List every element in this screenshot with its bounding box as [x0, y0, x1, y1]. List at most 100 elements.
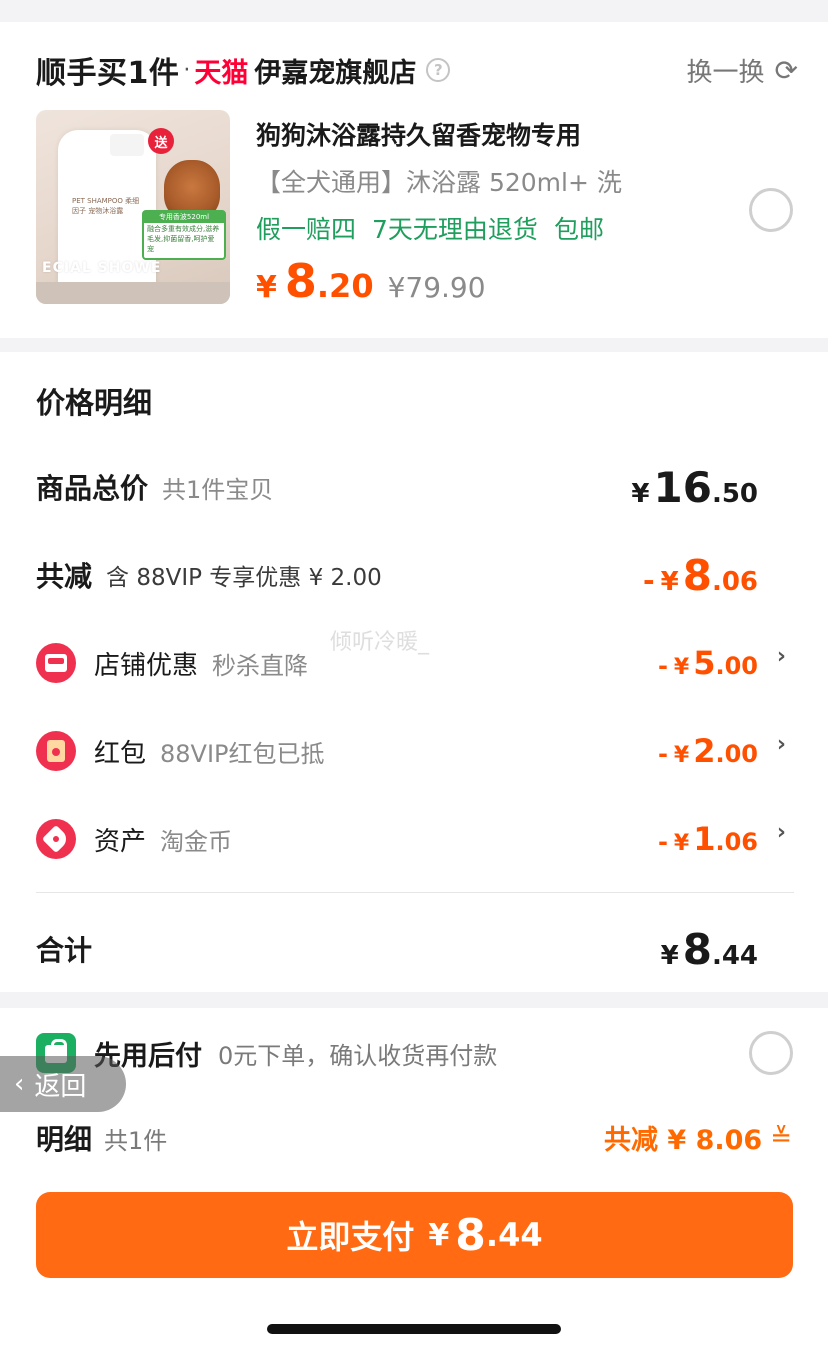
- red-packet-amount: - ¥ 2 .00 ›: [657, 732, 786, 770]
- tag-free-shipping: 包邮: [553, 215, 604, 244]
- tag-7day-return: 7天无理由退货: [372, 215, 538, 244]
- store-header: 顺手买1件 · 天猫 伊嘉宠旗舰店 ?: [36, 50, 451, 91]
- red-packet-row[interactable]: 红包 88VIP红包已抵 - ¥ 2 .00 ›: [36, 726, 786, 776]
- assets-label: 资产: [94, 826, 147, 857]
- bnpl-sub: 0元下单，确认收货再付款: [218, 1041, 498, 1070]
- sum-integer: 8: [682, 924, 712, 974]
- assets-sub: 淘金币: [160, 827, 233, 856]
- total-decimal: .50: [711, 478, 758, 509]
- saving-toggle[interactable]: 共减 ¥ 8.06 ≚: [604, 1118, 792, 1157]
- shop-icon: [36, 643, 76, 683]
- shelf-graphic: [36, 282, 230, 304]
- discount-integer: 8: [682, 550, 712, 600]
- total-currency: ¥: [631, 478, 650, 509]
- help-icon[interactable]: ?: [426, 58, 451, 82]
- double-chevron-down-icon: ≚: [770, 1122, 792, 1153]
- shop-discount-integer: 5: [693, 644, 716, 682]
- pay-now-button[interactable]: 立即支付 ¥ 8 .44: [36, 1192, 793, 1278]
- assets-integer: 1: [693, 820, 716, 858]
- product-image[interactable]: PET SHAMPOO 柔细因子 宠物沐浴露 送 专用香波520ml 融合多重有…: [36, 110, 230, 304]
- swap-label: 换一换: [686, 58, 765, 88]
- red-packet-label: 红包: [94, 738, 147, 769]
- tmall-logo: 天猫: [194, 57, 249, 89]
- product-spec[interactable]: 【全犬通用】沐浴露 520ml+ 洗: [256, 163, 662, 199]
- red-packet-icon: [36, 731, 76, 771]
- red-packet-integer: 2: [693, 732, 716, 770]
- green-box-head: 专用香波520ml: [144, 212, 224, 223]
- price-detail-title: 价格明细: [36, 386, 153, 420]
- shop-discount-amount: - ¥ 5 .00 ›: [657, 644, 786, 682]
- sum-decimal: .44: [711, 940, 758, 971]
- product-title[interactable]: 狗狗沐浴露持久留香宠物专用: [256, 116, 581, 152]
- home-indicator: [267, 1324, 561, 1334]
- store-name[interactable]: 伊嘉宠旗舰店: [254, 51, 416, 90]
- total-count: 共1件宝贝: [162, 475, 274, 504]
- pay-currency: ¥: [428, 1217, 450, 1253]
- separator-dot: ·: [183, 57, 191, 83]
- back-button[interactable]: ‹ 返回: [0, 1056, 126, 1112]
- total-label: 商品总价: [36, 472, 149, 505]
- price-detail-card: 价格明细 倾听冷暖_ 商品总价 共1件宝贝 ¥ 16 .50 共减 含 88VI…: [0, 352, 828, 992]
- pay-integer: 8: [455, 1209, 486, 1261]
- saving-label: 共减 ¥ 8.06: [604, 1125, 763, 1156]
- green-box-text: 融合多重有效成分,滋养毛发,抑菌留香,呵护爱宠: [147, 225, 220, 253]
- discount-decimal: .06: [711, 566, 758, 597]
- chevron-right-icon: ›: [776, 820, 786, 845]
- sum-currency: ¥: [660, 940, 679, 971]
- shower-text: ECIAL SHOWE: [42, 260, 162, 276]
- bottle-cap: [110, 134, 144, 156]
- sum-row: 合计 ¥ 8 .44: [36, 924, 758, 974]
- total-integer: 16: [653, 462, 712, 512]
- chevron-left-icon: ‹: [14, 1069, 25, 1099]
- red-packet-sign: -: [657, 740, 668, 768]
- shop-discount-row[interactable]: 店铺优惠 秒杀直降 - ¥ 5 .00 ›: [36, 638, 786, 688]
- service-tags: 假一赔四 7天无理由退货 包邮: [256, 210, 604, 246]
- detail-count: 共1件: [104, 1127, 168, 1155]
- bottle-label-text: PET SHAMPOO 柔细因子 宠物沐浴露: [72, 197, 140, 215]
- refresh-icon: ⟳: [774, 54, 798, 87]
- back-label: 返回: [34, 1071, 87, 1102]
- product-select-radio[interactable]: [749, 188, 793, 232]
- price-integer: 8: [284, 254, 317, 308]
- chevron-right-icon: ›: [776, 732, 786, 757]
- assets-currency: ¥: [673, 831, 690, 856]
- discount-row: 共减 含 88VIP 专享优惠 ¥ 2.00 - ¥ 8 .06: [36, 550, 758, 600]
- product-card: 顺手买1件 · 天猫 伊嘉宠旗舰店 ? 换一换 ⟳ PET SHAMPOO 柔细…: [0, 22, 828, 338]
- discount-currency: ¥: [660, 566, 679, 597]
- red-packet-decimal: .00: [715, 740, 758, 768]
- sum-label: 合计: [36, 934, 93, 967]
- red-packet-sub: 88VIP红包已抵: [160, 739, 325, 768]
- shop-discount-sign: -: [657, 652, 668, 680]
- original-price: ¥79.90: [387, 271, 486, 304]
- discount-sign: -: [642, 563, 655, 597]
- price-currency: ¥: [256, 270, 277, 305]
- shop-discount-sub: 秒杀直降: [212, 651, 309, 680]
- brand-label: 顺手买1件: [36, 56, 180, 91]
- coin-tag-icon: [36, 819, 76, 859]
- gift-badge: 送: [148, 128, 174, 154]
- total-price-row: 商品总价 共1件宝贝 ¥ 16 .50: [36, 462, 758, 512]
- pay-decimal: .44: [485, 1216, 543, 1254]
- discount-vip-note: 含 88VIP 专享优惠 ¥ 2.00: [106, 565, 382, 591]
- total-amount: ¥ 16 .50: [631, 463, 758, 512]
- swap-button[interactable]: 换一换 ⟳: [687, 52, 798, 89]
- payment-panel: 先用后付 0元下单，确认收货再付款 明细 共1件 共减 ¥ 8.06 ≚ 立即支…: [0, 1008, 828, 1351]
- assets-decimal: .06: [715, 828, 758, 856]
- tag-fake-compensation: 假一赔四: [256, 215, 357, 244]
- shop-discount-currency: ¥: [673, 655, 690, 680]
- price-decimal: .20: [316, 267, 374, 305]
- assets-row[interactable]: 资产 淘金币 - ¥ 1 .06 ›: [36, 814, 786, 864]
- chevron-right-icon: ›: [776, 644, 786, 669]
- detail-summary[interactable]: 明细 共1件: [36, 1118, 167, 1158]
- green-info-box: 专用香波520ml 融合多重有效成分,滋养毛发,抑菌留香,呵护爱宠: [142, 210, 226, 260]
- shop-discount-decimal: .00: [715, 652, 758, 680]
- discount-amount: - ¥ 8 .06: [643, 551, 758, 600]
- detail-label: 明细: [36, 1123, 93, 1156]
- discount-label: 共减: [36, 560, 93, 593]
- top-strip: [0, 0, 828, 22]
- assets-sign: -: [657, 828, 668, 856]
- pay-button-label: 立即支付: [286, 1218, 415, 1256]
- product-price: ¥ 8 .20 ¥79.90: [256, 254, 486, 308]
- assets-amount: - ¥ 1 .06 ›: [657, 820, 786, 858]
- bnpl-radio[interactable]: [749, 1031, 793, 1075]
